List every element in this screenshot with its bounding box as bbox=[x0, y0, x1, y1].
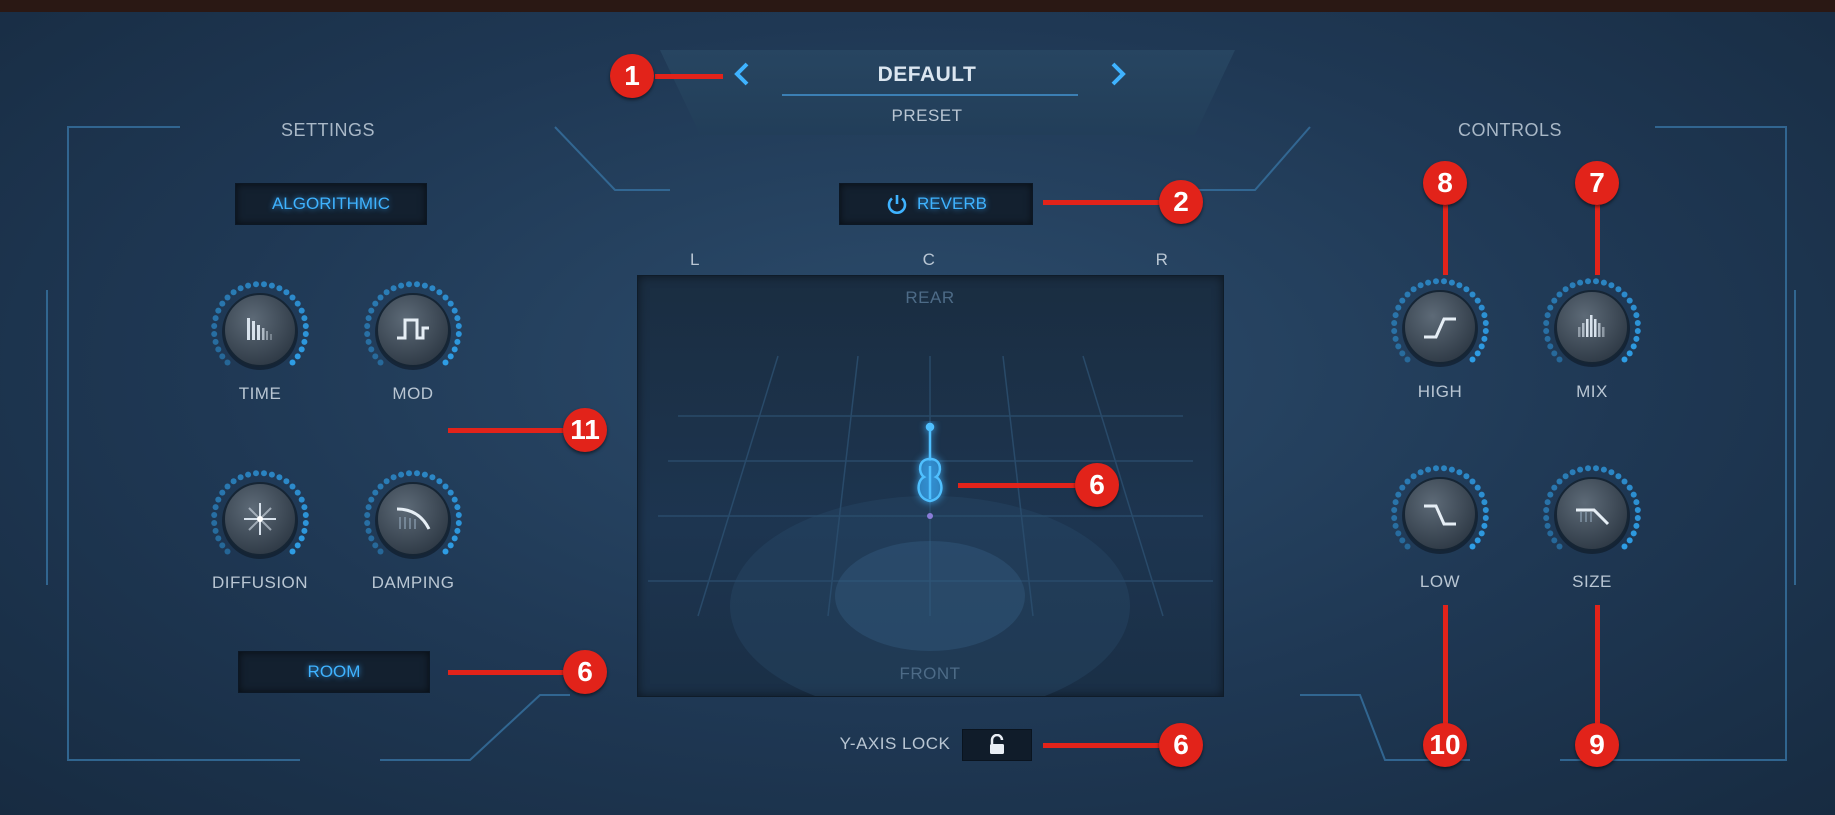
preset-name[interactable]: DEFAULT bbox=[878, 63, 977, 87]
source-dot bbox=[927, 513, 933, 519]
settings-title: SETTINGS bbox=[280, 120, 376, 140]
callout-9: 9 bbox=[1575, 723, 1619, 767]
chevron-right-icon bbox=[1111, 62, 1126, 86]
power-icon bbox=[887, 195, 907, 214]
diffusion-knob[interactable] bbox=[208, 467, 312, 571]
damping-knob[interactable] bbox=[361, 467, 465, 571]
panner-rear-label: REAR bbox=[905, 288, 955, 307]
size-label: SIZE bbox=[1572, 572, 1612, 591]
algorithm-label: ALGORITHMIC bbox=[271, 194, 391, 213]
knob-dial bbox=[1543, 465, 1641, 554]
callout-6c: 6 bbox=[1159, 723, 1203, 767]
callout-9-line bbox=[1595, 605, 1600, 725]
callout-6b-line bbox=[448, 670, 568, 675]
low-label: LOW bbox=[1419, 572, 1461, 591]
callout-2: 2 bbox=[1159, 180, 1203, 224]
mix-knob[interactable] bbox=[1540, 275, 1644, 379]
callout-10-line bbox=[1443, 605, 1448, 725]
reverb-button[interactable]: REVERB bbox=[839, 183, 1033, 225]
callout-1: 1 bbox=[610, 54, 654, 98]
room-button[interactable]: ROOM bbox=[238, 651, 430, 693]
room-label: ROOM bbox=[307, 662, 361, 681]
callout-6b: 6 bbox=[563, 650, 607, 694]
violin-icon bbox=[917, 422, 943, 503]
callout-8: 8 bbox=[1423, 161, 1467, 205]
damping-label: DAMPING bbox=[371, 573, 455, 592]
callout-11: 11 bbox=[563, 408, 607, 452]
y-axis-lock-label: Y-AXIS LOCK bbox=[839, 734, 951, 753]
knob-dial bbox=[1543, 278, 1641, 367]
preset-underline bbox=[782, 94, 1078, 96]
algorithm-button[interactable]: ALGORITHMIC bbox=[235, 183, 427, 225]
reverb-label: REVERB bbox=[917, 194, 987, 213]
high-label: HIGH bbox=[1417, 382, 1463, 401]
callout-6c-line bbox=[1043, 743, 1163, 748]
panner-left-label: L bbox=[690, 250, 700, 269]
panner-front-label: FRONT bbox=[899, 664, 961, 683]
chevron-left-icon bbox=[734, 62, 749, 86]
y-axis-lock-toggle[interactable] bbox=[962, 729, 1032, 761]
knob-dial bbox=[1391, 465, 1489, 554]
knob-dial bbox=[1391, 278, 1489, 367]
source-handle[interactable] bbox=[908, 421, 952, 521]
callout-7-line bbox=[1595, 205, 1600, 275]
mod-knob[interactable] bbox=[361, 278, 465, 382]
knob-dial bbox=[211, 470, 309, 559]
callout-7: 7 bbox=[1575, 161, 1619, 205]
knob-dial bbox=[364, 470, 462, 559]
callout-11-line bbox=[448, 428, 568, 433]
knob-dial bbox=[364, 281, 462, 370]
mod-label: MOD bbox=[392, 384, 434, 403]
preset-caption: PRESET bbox=[891, 106, 963, 125]
callout-6a: 6 bbox=[1075, 463, 1119, 507]
reverb-plugin-window: DEFAULT PRESET SETTINGS CONTROLS ALGORIT… bbox=[0, 0, 1835, 815]
preset-prev-button[interactable] bbox=[727, 58, 757, 90]
callout-1-line bbox=[655, 74, 723, 79]
controls-title: CONTROLS bbox=[1457, 120, 1563, 140]
low-knob[interactable] bbox=[1388, 462, 1492, 566]
knob-dial bbox=[211, 281, 309, 370]
diffusion-label: DIFFUSION bbox=[211, 573, 309, 592]
panner-right-label: R bbox=[1155, 250, 1169, 269]
callout-8-line bbox=[1443, 205, 1448, 275]
mix-label: MIX bbox=[1576, 382, 1608, 401]
stereo-panner[interactable]: REAR FRONT bbox=[637, 275, 1224, 697]
size-knob[interactable] bbox=[1540, 462, 1644, 566]
callout-10: 10 bbox=[1423, 723, 1467, 767]
preset-next-button[interactable] bbox=[1103, 58, 1133, 90]
lock-icon bbox=[990, 734, 1004, 754]
time-label: TIME bbox=[238, 384, 282, 403]
time-knob[interactable] bbox=[208, 278, 312, 382]
callout-6a-line bbox=[958, 483, 1078, 488]
high-knob[interactable] bbox=[1388, 275, 1492, 379]
callout-2-line bbox=[1043, 200, 1163, 205]
panner-center-label: C bbox=[922, 250, 936, 269]
